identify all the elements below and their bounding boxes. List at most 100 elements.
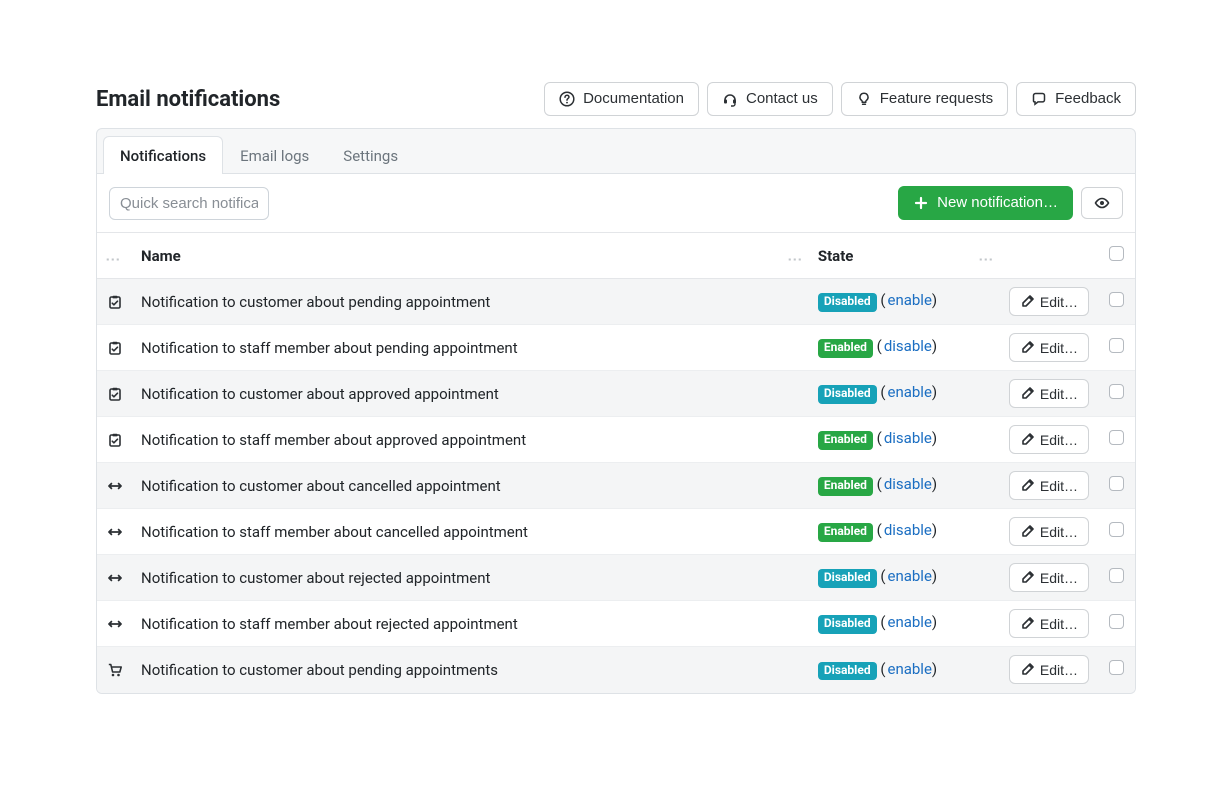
edit-label: Edit… [1040,570,1078,586]
row-checkbox[interactable] [1109,384,1124,399]
column-menu-icon[interactable]: ⋮ [105,249,121,264]
notification-name: Notification to customer about rejected … [141,569,490,587]
cart-icon [105,662,125,678]
state-badge: Disabled [818,569,877,587]
pencil-icon [1020,431,1034,448]
pencil-icon [1020,477,1034,494]
feature-requests-button[interactable]: Feature requests [841,82,1008,116]
table-row: Notification to customer about approved … [97,371,1135,417]
pencil-icon [1020,615,1034,632]
edit-label: Edit… [1040,386,1078,402]
disable-link[interactable]: disable [884,337,932,355]
clipboard-icon [105,432,125,448]
header-actions: Documentation Contact us Feature request… [544,82,1136,116]
headset-icon [722,91,738,107]
edit-button[interactable]: Edit… [1009,379,1089,408]
state-badge: Disabled [818,293,877,311]
column-state-header[interactable]: State [818,247,854,265]
edit-label: Edit… [1040,478,1078,494]
documentation-label: Documentation [583,90,684,108]
disable-link[interactable]: disable [884,429,932,447]
plus-icon [913,195,929,211]
enable-link[interactable]: enable [887,567,931,585]
new-notification-label: New notification… [937,194,1058,212]
table-row: Notification to customer about rejected … [97,555,1135,601]
table-row: Notification to staff member about cance… [97,509,1135,555]
table-row: Notification to customer about cancelled… [97,463,1135,509]
select-all-checkbox[interactable] [1109,246,1124,261]
notification-name: Notification to staff member about appro… [141,431,526,449]
documentation-button[interactable]: Documentation [544,82,699,116]
row-checkbox[interactable] [1109,338,1124,353]
state-badge: Enabled [818,477,873,495]
disable-link[interactable]: disable [884,475,932,493]
enable-link[interactable]: enable [887,613,931,631]
help-icon [559,91,575,107]
notification-name: Notification to staff member about rejec… [141,615,518,633]
edit-button[interactable]: Edit… [1009,563,1089,592]
edit-label: Edit… [1040,340,1078,356]
page-title: Email notifications [96,87,280,112]
row-checkbox[interactable] [1109,568,1124,583]
edit-button[interactable]: Edit… [1009,425,1089,454]
arrows-icon [105,478,125,494]
disable-link[interactable]: disable [884,521,932,539]
row-checkbox[interactable] [1109,614,1124,629]
notification-name: Notification to customer about pending a… [141,661,498,679]
arrows-icon [105,616,125,632]
notification-name: Notification to staff member about cance… [141,523,528,541]
toolbar: New notification… [97,174,1135,232]
eye-icon [1094,195,1110,211]
tab-email-logs[interactable]: Email logs [223,136,326,174]
lightbulb-icon [856,91,872,107]
row-checkbox[interactable] [1109,660,1124,675]
notification-name: Notification to customer about approved … [141,385,499,403]
edit-button[interactable]: Edit… [1009,609,1089,638]
pencil-icon [1020,569,1034,586]
contact-us-button[interactable]: Contact us [707,82,833,116]
search-input[interactable] [109,187,269,220]
feedback-button[interactable]: Feedback [1016,82,1136,116]
feature-requests-label: Feature requests [880,90,993,108]
row-checkbox[interactable] [1109,522,1124,537]
notification-name: Notification to customer about cancelled… [141,477,501,495]
pencil-icon [1020,339,1034,356]
edit-button[interactable]: Edit… [1009,471,1089,500]
tab-settings[interactable]: Settings [326,136,415,174]
tab-notifications[interactable]: Notifications [103,136,223,174]
state-badge: Enabled [818,523,873,541]
state-badge: Disabled [818,662,877,680]
edit-label: Edit… [1040,294,1078,310]
table-row: Notification to staff member about appro… [97,417,1135,463]
notifications-table: ⋮ Name ⋮ State ⋮ Notification to custome… [97,232,1135,693]
edit-button[interactable]: Edit… [1009,287,1089,316]
contact-us-label: Contact us [746,90,818,108]
row-checkbox[interactable] [1109,292,1124,307]
enable-link[interactable]: enable [887,660,931,678]
edit-button[interactable]: Edit… [1009,333,1089,362]
state-badge: Disabled [818,385,877,403]
table-row: Notification to staff member about rejec… [97,601,1135,647]
edit-button[interactable]: Edit… [1009,655,1089,684]
edit-label: Edit… [1040,432,1078,448]
arrows-icon [105,524,125,540]
state-badge: Disabled [818,615,877,633]
state-badge: Enabled [818,431,873,449]
row-checkbox[interactable] [1109,476,1124,491]
column-name-header[interactable]: Name [141,247,181,265]
column-menu-icon[interactable]: ⋮ [977,249,993,264]
pencil-icon [1020,523,1034,540]
pencil-icon [1020,661,1034,678]
pencil-icon [1020,385,1034,402]
feedback-label: Feedback [1055,90,1121,108]
table-row: Notification to staff member about pendi… [97,325,1135,371]
edit-button[interactable]: Edit… [1009,517,1089,546]
new-notification-button[interactable]: New notification… [898,186,1073,220]
enable-link[interactable]: enable [887,383,931,401]
tabs-bar: Notifications Email logs Settings [96,128,1136,174]
row-checkbox[interactable] [1109,430,1124,445]
enable-link[interactable]: enable [887,291,931,309]
toggle-columns-button[interactable] [1081,187,1123,219]
clipboard-icon [105,294,125,310]
column-menu-icon[interactable]: ⋮ [786,249,802,264]
